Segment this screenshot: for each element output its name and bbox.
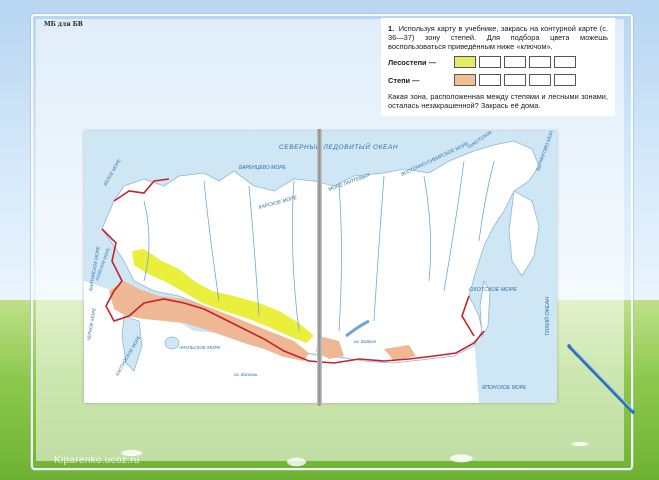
label-pacific-ocean: ТИХИЙ ОКЕАН xyxy=(543,297,551,336)
workbook-label: МБ для БВ xyxy=(44,21,83,28)
task-question: Какая зона, расположенная между степями … xyxy=(388,92,608,110)
color-box[interactable] xyxy=(504,74,526,86)
task-text: Используя карту в учебнике, закрась на к… xyxy=(388,24,608,51)
task-card: 1. Используя карту в учебнике, закрась н… xyxy=(381,18,615,116)
color-box[interactable] xyxy=(554,56,576,68)
atlas-page-divider xyxy=(317,129,322,406)
color-box[interactable] xyxy=(479,74,501,86)
task-number: 1. xyxy=(388,24,395,33)
key-label-forest-steppe: Лесостепи — xyxy=(388,57,437,67)
color-box[interactable] xyxy=(529,56,551,68)
color-box[interactable] xyxy=(504,56,526,68)
pointer-stylus-icon xyxy=(567,344,635,414)
key-label-steppe: Степи — xyxy=(388,75,420,85)
color-box[interactable] xyxy=(479,56,501,68)
watermark: Kiparenko.ucoz.ru xyxy=(54,455,140,466)
label-lake-baikal: оз. Байкал xyxy=(354,338,377,344)
steppe-swatch xyxy=(454,74,476,86)
label-barents-sea: БАРЕНЦЕВО МОРЕ xyxy=(239,165,287,171)
color-box[interactable] xyxy=(554,74,576,86)
key-row-forest-steppe: Лесостепи — xyxy=(388,55,608,69)
label-japan-sea: ЯПОНСКОЕ МОРЕ xyxy=(481,385,527,391)
color-box[interactable] xyxy=(529,74,551,86)
task-instruction: 1. Используя карту в учебнике, закрась н… xyxy=(388,24,608,51)
label-okhotsk-sea: ОХОТСКОЕ МОРЕ xyxy=(469,287,517,293)
label-aral-sea: АРАЛЬСКОЕ МОРЕ xyxy=(178,345,221,350)
key-row-steppe: Степи — xyxy=(388,73,608,87)
forest-steppe-swatch xyxy=(454,56,476,68)
aral-sea xyxy=(164,336,180,350)
label-lake-balkhash: оз. Балхаш xyxy=(234,372,258,377)
label-arctic-ocean: СЕВЕРНЫЙ ЛЕДОВИТЫЙ ОКЕАН xyxy=(279,142,398,151)
